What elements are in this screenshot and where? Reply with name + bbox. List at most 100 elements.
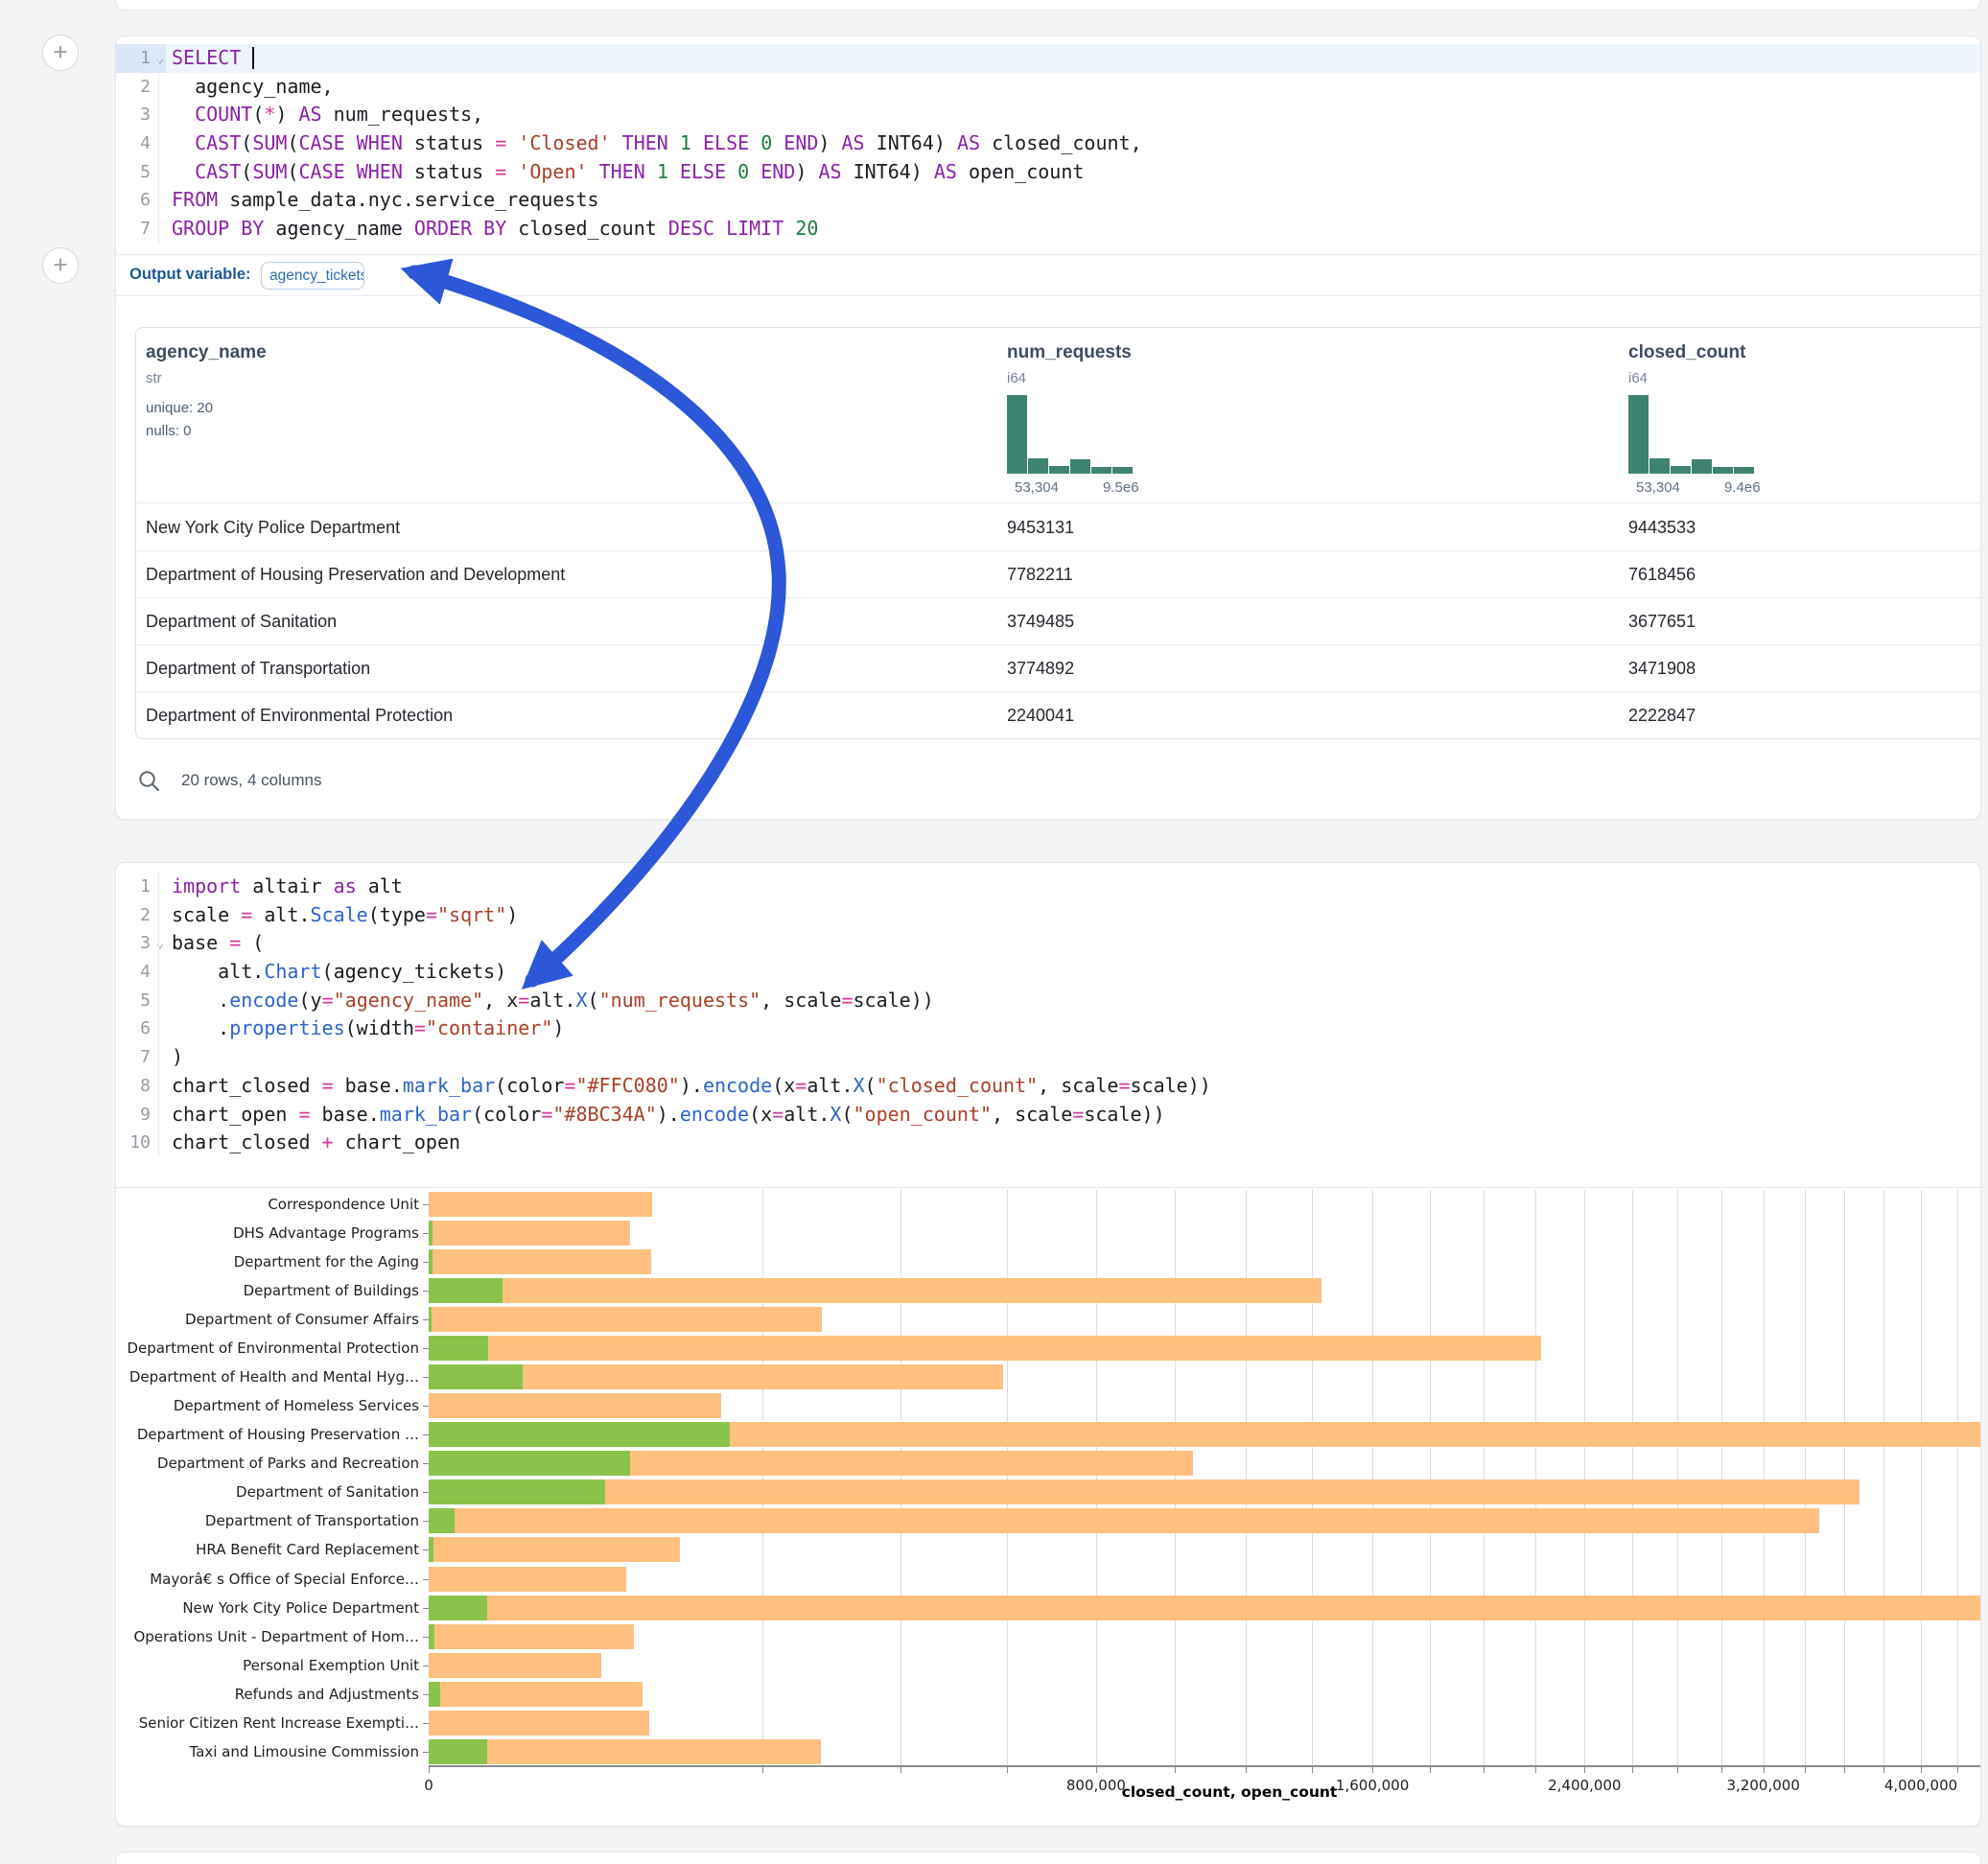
bar-closed[interactable] [429,1682,643,1707]
code-line[interactable]: 5 .encode(y="agency_name", x=alt.X("num_… [124,987,1980,1015]
token: properties [229,1016,344,1039]
code-line[interactable]: 4 CAST(SUM(CASE WHEN status = 'Closed' T… [124,129,1980,158]
x-axis-tick [1721,1767,1722,1773]
token: 20 [795,217,818,240]
table-row[interactable]: Department of Housing Preservation and D… [136,551,1981,598]
text-cursor [252,47,254,69]
bar-open[interactable] [429,1336,488,1361]
output-variable-pill[interactable]: agency_tickets [261,262,364,290]
token [506,131,518,154]
bar-open[interactable] [429,1537,433,1562]
code-line[interactable]: 3 COUNT(*) AS num_requests, [124,101,1980,129]
token: THEN [599,160,645,183]
bar-open[interactable] [429,1596,487,1620]
bar-closed[interactable] [429,1336,1541,1361]
token: "sqrt" [437,903,506,926]
bar-closed[interactable] [429,1480,1859,1504]
token: (type [368,903,426,926]
bar-open[interactable] [429,1739,487,1764]
bar-open[interactable] [429,1307,432,1332]
code-line[interactable]: 3⌄base = ( [124,929,1980,958]
output-variable-row: Output variable: agency_tickets [116,254,1980,296]
code-line[interactable]: 6 .properties(width="container") [124,1014,1980,1043]
code-line[interactable]: 8chart_closed = base.mark_bar(color="#FF… [124,1072,1980,1101]
code-line[interactable]: 10chart_closed + chart_open [124,1129,1980,1157]
column-header[interactable]: closed_counti6453,3049.4e6 [1628,328,1981,502]
gridline [1632,1190,1633,1767]
code-line[interactable]: 1⌄SELECT [124,44,1980,73]
add-cell-button[interactable]: + [42,35,79,71]
y-axis-label: Taxi and Limousine Commission [126,1743,419,1760]
bar-closed[interactable] [429,1393,721,1418]
bar-closed[interactable] [429,1567,626,1592]
bar-closed[interactable] [429,1249,651,1274]
token: 'Closed' [518,131,610,154]
token [749,131,760,154]
code-line[interactable]: 4 alt.Chart(agency_tickets) [124,958,1980,987]
token: THEN [622,131,668,154]
fold-chevron-icon[interactable]: ⌄ [152,930,168,959]
bar-open[interactable] [429,1221,433,1246]
code-line[interactable]: 1import altair as alt [124,873,1980,901]
code-line[interactable]: 2scale = alt.Scale(type="sqrt") [124,901,1980,930]
bar-open[interactable] [429,1682,440,1707]
x-axis-tick [1584,1767,1585,1773]
bar-closed[interactable] [429,1711,649,1736]
bar-open[interactable] [429,1624,434,1649]
code-line[interactable]: 7) [124,1043,1980,1072]
bar-closed[interactable] [429,1653,601,1678]
histogram-bar [1692,459,1712,474]
column-header[interactable]: agency_namestrunique: 20nulls: 0 [146,328,721,502]
column-header[interactable]: num_requestsi6453,3049.5e6 [1007,328,1582,502]
bar-closed[interactable] [429,1508,1819,1533]
python-editor[interactable]: 1import altair as alt2scale = alt.Scale(… [116,873,1980,1157]
bar-open[interactable] [429,1364,523,1389]
token: , x [483,989,518,1012]
sql-editor[interactable]: 1⌄SELECT 2 agency_name,3 COUNT(*) AS num… [116,44,1980,244]
add-cell-button[interactable]: + [42,247,79,284]
token: chart_closed [172,1130,322,1153]
code-line[interactable]: 7GROUP BY agency_name ORDER BY closed_co… [124,215,1980,244]
bar-closed[interactable] [429,1192,652,1217]
bar-closed[interactable] [429,1307,822,1332]
line-number: 9 [124,1101,151,1130]
bar-closed[interactable] [429,1221,630,1246]
column-type: i64 [1628,370,1648,386]
code-text: CAST(SUM(CASE WHEN status = 'Closed' THE… [172,129,1142,158]
bar-closed[interactable] [429,1537,680,1562]
x-axis-tick [1957,1767,1958,1773]
token: alt. [252,903,310,926]
code-line[interactable]: 6FROM sample_data.nyc.service_requests [124,186,1980,215]
token: LIMIT [726,217,784,240]
table-row[interactable]: Department of Transportation377489234719… [136,645,1981,692]
token: = [772,1103,784,1126]
gridline [1096,1190,1097,1767]
table-cell: 2222847 [1628,692,1696,739]
bar-closed[interactable] [429,1624,634,1649]
bar-open[interactable] [429,1249,433,1274]
table-cell: 7782211 [1007,551,1073,598]
bar-closed[interactable] [429,1739,821,1764]
table-row[interactable]: Department of Environmental Protection22… [136,692,1981,739]
x-tick-label: 4,000,000 [1884,1777,1957,1794]
bar-open[interactable] [429,1278,503,1303]
histogram-min-label: 53,304 [1015,479,1059,496]
bar-open[interactable] [429,1508,455,1533]
bar-open[interactable] [429,1451,630,1476]
code-line[interactable]: 2 agency_name, [124,73,1980,102]
bar-closed[interactable] [429,1596,1981,1620]
token: ) [552,1016,564,1039]
fold-chevron-icon[interactable]: ⌄ [152,45,168,74]
token: ) [172,1045,183,1068]
bar-closed[interactable] [429,1278,1321,1303]
bar-open[interactable] [429,1422,730,1447]
token: AS [818,160,841,183]
code-text: GROUP BY agency_name ORDER BY closed_cou… [172,215,818,244]
table-row[interactable]: Department of Sanitation37494853677651 [136,598,1981,645]
code-line[interactable]: 5 CAST(SUM(CASE WHEN status = 'Open' THE… [124,158,1980,187]
bar-open[interactable] [429,1480,605,1504]
code-line[interactable]: 9chart_open = base.mark_bar(color="#8BC3… [124,1101,1980,1130]
search-icon[interactable] [137,769,162,794]
token: , scale [992,1103,1072,1126]
table-row[interactable]: New York City Police Department945313194… [136,504,1981,551]
